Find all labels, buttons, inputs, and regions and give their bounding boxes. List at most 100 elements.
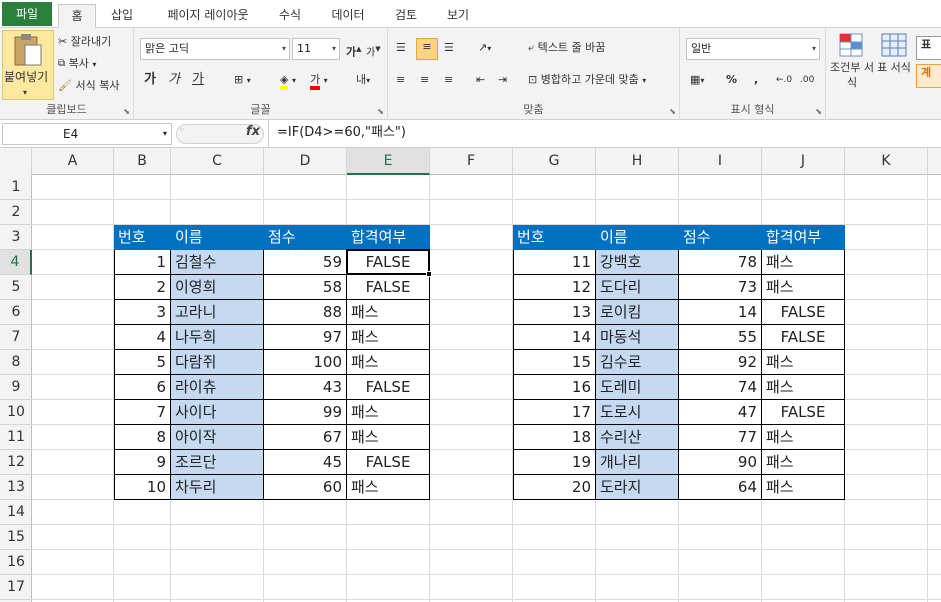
row-header-7[interactable]: 7	[0, 325, 32, 350]
table1-cell[interactable]: 3	[114, 300, 171, 325]
table2-cell[interactable]: 92	[679, 350, 762, 375]
table1-cell[interactable]: FALSE	[347, 375, 430, 400]
column-header-e[interactable]: E	[347, 148, 430, 175]
table2-header-cell[interactable]: 점수	[679, 225, 762, 250]
border-button[interactable]: ⊞ ▾	[234, 72, 251, 89]
underline-button[interactable]: 가	[192, 72, 204, 88]
table1-cell[interactable]: 10	[114, 475, 171, 500]
align-middle-button[interactable]: ≡	[416, 38, 438, 60]
table1-cell[interactable]: 나두희	[171, 325, 264, 350]
row-header-17[interactable]: 17	[0, 575, 32, 600]
align-center-button[interactable]: ≡	[420, 72, 429, 88]
name-box[interactable]: E4 ▾	[2, 123, 172, 145]
table1-header-cell[interactable]: 점수	[264, 225, 347, 250]
font-size-select[interactable]: 11 ▾	[292, 38, 340, 60]
table2-cell[interactable]: 14	[513, 325, 596, 350]
tab-insert[interactable]: 삽입	[100, 4, 144, 28]
dialog-launcher-icon[interactable]: ⬊	[377, 107, 384, 116]
column-header-f[interactable]: F	[430, 148, 513, 175]
tab-page-layout[interactable]: 페이지 레이아웃	[150, 4, 266, 28]
table1-cell[interactable]: 패스	[347, 400, 430, 425]
row-header-4[interactable]: 4	[0, 250, 32, 275]
increase-decimal-button[interactable]: ←.0	[776, 72, 792, 88]
row-header-3[interactable]: 3	[0, 225, 32, 250]
table1-cell[interactable]: 5	[114, 350, 171, 375]
conditional-format-button[interactable]: 조건부 서식	[830, 32, 874, 100]
table2-cell[interactable]: 도레미	[596, 375, 679, 400]
table2-cell[interactable]: 64	[679, 475, 762, 500]
table2-cell[interactable]: 패스	[762, 425, 845, 450]
table1-cell[interactable]: 패스	[347, 325, 430, 350]
tab-formulas[interactable]: 수식	[270, 4, 310, 28]
column-header-g[interactable]: G	[513, 148, 596, 175]
italic-button[interactable]: 가	[168, 72, 180, 88]
table1-cell[interactable]: 99	[264, 400, 347, 425]
align-left-button[interactable]: ≡	[396, 72, 405, 88]
table1-cell[interactable]: 9	[114, 450, 171, 475]
dialog-launcher-icon[interactable]: ⬊	[123, 107, 130, 116]
table2-cell[interactable]: 강백호	[596, 250, 679, 275]
table2-header-cell[interactable]: 이름	[596, 225, 679, 250]
row-header-5[interactable]: 5	[0, 275, 32, 300]
table1-header-cell[interactable]: 번호	[114, 225, 171, 250]
table2-cell[interactable]: 73	[679, 275, 762, 300]
table2-cell[interactable]: 마동석	[596, 325, 679, 350]
table2-cell[interactable]: FALSE	[762, 300, 845, 325]
align-bottom-button[interactable]: ☰	[444, 40, 454, 56]
table1-cell[interactable]: 이영희	[171, 275, 264, 300]
table2-cell[interactable]: 90	[679, 450, 762, 475]
row-header-12[interactable]: 12	[0, 450, 32, 475]
paste-button[interactable]: 붙여넣기 ▾	[2, 30, 54, 100]
select-all-corner[interactable]	[0, 148, 32, 175]
table1-cell[interactable]: 97	[264, 325, 347, 350]
align-top-button[interactable]: ☰	[396, 40, 406, 56]
row-header-14[interactable]: 14	[0, 500, 32, 525]
increase-indent-button[interactable]: ⇥	[498, 72, 507, 88]
table1-cell[interactable]: 43	[264, 375, 347, 400]
cell-area[interactable]: 번호 이름 점수 합격여부 1 김철수 59 FALSE 2 이영희 58 FALSE 3 고라니 88 패스…	[32, 175, 941, 602]
bold-button[interactable]: 가	[144, 72, 156, 88]
table1-cell[interactable]: 패스	[347, 475, 430, 500]
column-header-h[interactable]: H	[596, 148, 679, 175]
table1-cell[interactable]: 1	[114, 250, 171, 275]
table2-cell[interactable]: 도로시	[596, 400, 679, 425]
row-header-15[interactable]: 15	[0, 525, 32, 550]
merge-center-button[interactable]: ⊡ 병합하고 가운데 맞춤 ▾	[528, 72, 646, 89]
row-header-11[interactable]: 11	[0, 425, 32, 450]
table1-cell[interactable]: 58	[264, 275, 347, 300]
column-header-a[interactable]: A	[32, 148, 114, 175]
tab-data[interactable]: 데이터	[322, 4, 374, 28]
align-right-button[interactable]: ≡	[444, 72, 453, 88]
table1-cell[interactable]: 7	[114, 400, 171, 425]
column-header-c[interactable]: C	[171, 148, 264, 175]
format-painter-button[interactable]: 🖌 서식 복사	[58, 78, 119, 94]
table2-cell[interactable]: 패스	[762, 350, 845, 375]
fill-handle[interactable]	[426, 271, 432, 277]
dialog-launcher-icon[interactable]: ⬊	[815, 107, 822, 116]
row-header-1[interactable]: 1	[0, 175, 32, 200]
orientation-button[interactable]: ↗▾	[478, 40, 491, 57]
table2-cell[interactable]: 수리산	[596, 425, 679, 450]
row-header-13[interactable]: 13	[0, 475, 32, 500]
table2-cell[interactable]: 도라지	[596, 475, 679, 500]
tab-view[interactable]: 보기	[436, 4, 480, 28]
fx-icon[interactable]: fx	[246, 124, 260, 139]
font-color-button[interactable]: 가 ▾	[310, 72, 328, 90]
decrease-decimal-button[interactable]: .00	[800, 72, 814, 88]
table1-cell[interactable]: 사이다	[171, 400, 264, 425]
table1-cell[interactable]: 59	[264, 250, 347, 275]
grow-font-button[interactable]: 가▲	[346, 41, 362, 61]
table2-cell[interactable]: 13	[513, 300, 596, 325]
table1-cell[interactable]: 88	[264, 300, 347, 325]
table2-cell[interactable]: 패스	[762, 450, 845, 475]
table1-cell[interactable]: 패스	[347, 300, 430, 325]
table2-cell[interactable]: 김수로	[596, 350, 679, 375]
table2-header-cell[interactable]: 합격여부	[762, 225, 845, 250]
table2-cell[interactable]: FALSE	[762, 400, 845, 425]
copy-button[interactable]: ⧉ 복사 ▾	[58, 56, 96, 73]
table1-cell[interactable]: 라이츄	[171, 375, 264, 400]
table1-cell[interactable]: 아이작	[171, 425, 264, 450]
table2-cell[interactable]: 78	[679, 250, 762, 275]
table2-cell[interactable]: 개나리	[596, 450, 679, 475]
table1-cell[interactable]: 다람쥐	[171, 350, 264, 375]
